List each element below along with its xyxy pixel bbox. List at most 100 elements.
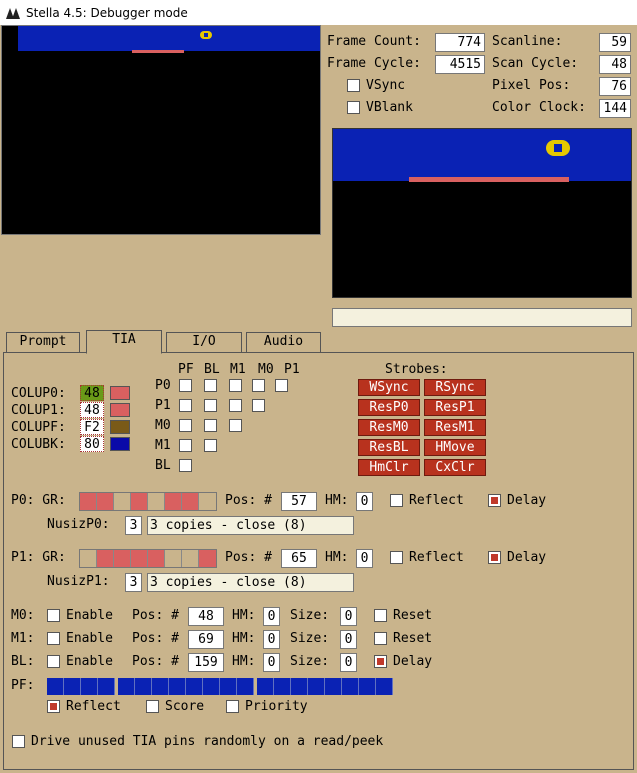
p0-hm-field[interactable]: 0 — [356, 492, 373, 511]
collision-m0-m1[interactable] — [229, 419, 242, 432]
nusizp1-label: NusizP1: — [47, 574, 110, 589]
p0-pos-field[interactable]: 57 — [281, 492, 317, 511]
bl-hm-field[interactable]: 0 — [263, 653, 280, 672]
bl-pos-field[interactable]: 159 — [188, 653, 224, 672]
collision-m1-bl[interactable] — [204, 439, 217, 452]
gr-bit[interactable] — [199, 493, 216, 510]
colup0-field[interactable]: 48 — [80, 385, 104, 401]
collision-m1-pf[interactable] — [179, 439, 192, 452]
m0-pos-field[interactable]: 48 — [188, 607, 224, 626]
bl-delay-checkbox[interactable] — [374, 655, 387, 668]
m1-enable-checkbox[interactable] — [47, 632, 60, 645]
vblank-checkbox[interactable] — [347, 101, 360, 114]
tia-zoom-view[interactable] — [332, 128, 632, 298]
collision-p0-m1[interactable] — [229, 379, 242, 392]
m1-reset-checkbox[interactable] — [374, 632, 387, 645]
strobe-rsync-button[interactable]: RSync — [424, 379, 486, 396]
pf1-bits[interactable] — [118, 678, 254, 695]
color-clock-field[interactable]: 144 — [599, 99, 631, 118]
scan-cycle-field[interactable]: 48 — [599, 55, 631, 74]
collision-p1-pf[interactable] — [179, 399, 192, 412]
collision-p1-bl[interactable] — [204, 399, 217, 412]
drive-unused-checkbox[interactable] — [12, 735, 25, 748]
gr-bit[interactable] — [165, 550, 182, 567]
pf-priority-checkbox[interactable] — [226, 700, 239, 713]
nusizp0-field[interactable]: 3 — [125, 516, 142, 535]
gr-bit[interactable] — [148, 550, 165, 567]
collision-p0-m0[interactable] — [252, 379, 265, 392]
frame-cycle-field[interactable]: 4515 — [435, 55, 485, 74]
row-label-bl: BL — [155, 458, 171, 473]
p1-pos-field[interactable]: 65 — [281, 549, 317, 568]
gr-bit[interactable] — [97, 493, 114, 510]
gr-bit[interactable] — [114, 550, 131, 567]
gr-bit[interactable] — [114, 493, 131, 510]
colubk-field[interactable]: 80 — [80, 436, 104, 452]
bl-enable-checkbox[interactable] — [47, 655, 60, 668]
collision-p0-p1[interactable] — [275, 379, 288, 392]
gr-bit[interactable] — [97, 550, 114, 567]
gr-bit[interactable] — [131, 493, 148, 510]
p0-delay-checkbox[interactable] — [488, 494, 501, 507]
strobe-hmclr-button[interactable]: HmClr — [358, 459, 420, 476]
strobe-cxclr-button[interactable]: CxClr — [424, 459, 486, 476]
strobe-resm0-button[interactable]: ResM0 — [358, 419, 420, 436]
gr-bit[interactable] — [80, 493, 97, 510]
strobe-resp0-button[interactable]: ResP0 — [358, 399, 420, 416]
strobe-resbl-button[interactable]: ResBL — [358, 439, 420, 456]
p0-reflect-checkbox[interactable] — [390, 494, 403, 507]
tab-audio[interactable]: Audio — [246, 332, 321, 352]
gr-bit[interactable] — [131, 550, 148, 567]
collision-p0-bl[interactable] — [204, 379, 217, 392]
p0-label: P0: GR: — [11, 493, 66, 508]
pf-score-checkbox[interactable] — [146, 700, 159, 713]
m0-hm-label: HM: — [232, 608, 256, 623]
m0-hm-field[interactable]: 0 — [263, 607, 280, 626]
gr-bit[interactable] — [165, 493, 182, 510]
p1-reflect-checkbox[interactable] — [390, 551, 403, 564]
tab-tia[interactable]: TIA — [86, 330, 162, 354]
colup1-field[interactable]: 48 — [80, 402, 104, 418]
gr-bit[interactable] — [80, 550, 97, 567]
m1-pos-field[interactable]: 69 — [188, 630, 224, 649]
nusizp1-field[interactable]: 3 — [125, 573, 142, 592]
collision-p0-pf[interactable] — [179, 379, 192, 392]
collision-bl-pf[interactable] — [179, 459, 192, 472]
p0-graphics-bits[interactable] — [79, 492, 217, 511]
vsync-checkbox[interactable] — [347, 79, 360, 92]
frame-count-field[interactable]: 774 — [435, 33, 485, 52]
strobe-hmove-button[interactable]: HMove — [424, 439, 486, 456]
pf2-bits[interactable] — [257, 678, 393, 695]
m1-size-label: Size: — [290, 631, 330, 646]
strobe-resm1-button[interactable]: ResM1 — [424, 419, 486, 436]
gr-bit[interactable] — [199, 550, 216, 567]
p1-hm-field[interactable]: 0 — [356, 549, 373, 568]
gr-bit[interactable] — [182, 493, 199, 510]
m1-hm-field[interactable]: 0 — [263, 630, 280, 649]
m0-enable-checkbox[interactable] — [47, 609, 60, 622]
p1-reflect-label: Reflect — [409, 550, 464, 565]
m0-reset-checkbox[interactable] — [374, 609, 387, 622]
strobe-wsync-button[interactable]: WSync — [358, 379, 420, 396]
tab-prompt[interactable]: Prompt — [6, 332, 80, 352]
m1-size-field[interactable]: 0 — [340, 630, 357, 649]
collision-p1-m1[interactable] — [229, 399, 242, 412]
pixel-pos-field[interactable]: 76 — [599, 77, 631, 96]
strobe-resp1-button[interactable]: ResP1 — [424, 399, 486, 416]
gr-bit[interactable] — [182, 550, 199, 567]
pf-reflect-checkbox[interactable] — [47, 700, 60, 713]
p1-delay-checkbox[interactable] — [488, 551, 501, 564]
collision-m0-bl[interactable] — [204, 419, 217, 432]
p1-graphics-bits[interactable] — [79, 549, 217, 568]
pf0-bits[interactable] — [47, 678, 115, 695]
m0-size-field[interactable]: 0 — [340, 607, 357, 626]
gr-bit[interactable] — [148, 493, 165, 510]
collision-m0-pf[interactable] — [179, 419, 192, 432]
p0-delay-label: Delay — [507, 493, 547, 508]
tia-output-view[interactable] — [1, 25, 321, 235]
collision-p1-m0[interactable] — [252, 399, 265, 412]
scanline-field[interactable]: 59 — [599, 33, 631, 52]
colupf-field[interactable]: F2 — [80, 419, 104, 435]
bl-size-field[interactable]: 0 — [340, 653, 357, 672]
tab-io[interactable]: I/O — [166, 332, 242, 352]
